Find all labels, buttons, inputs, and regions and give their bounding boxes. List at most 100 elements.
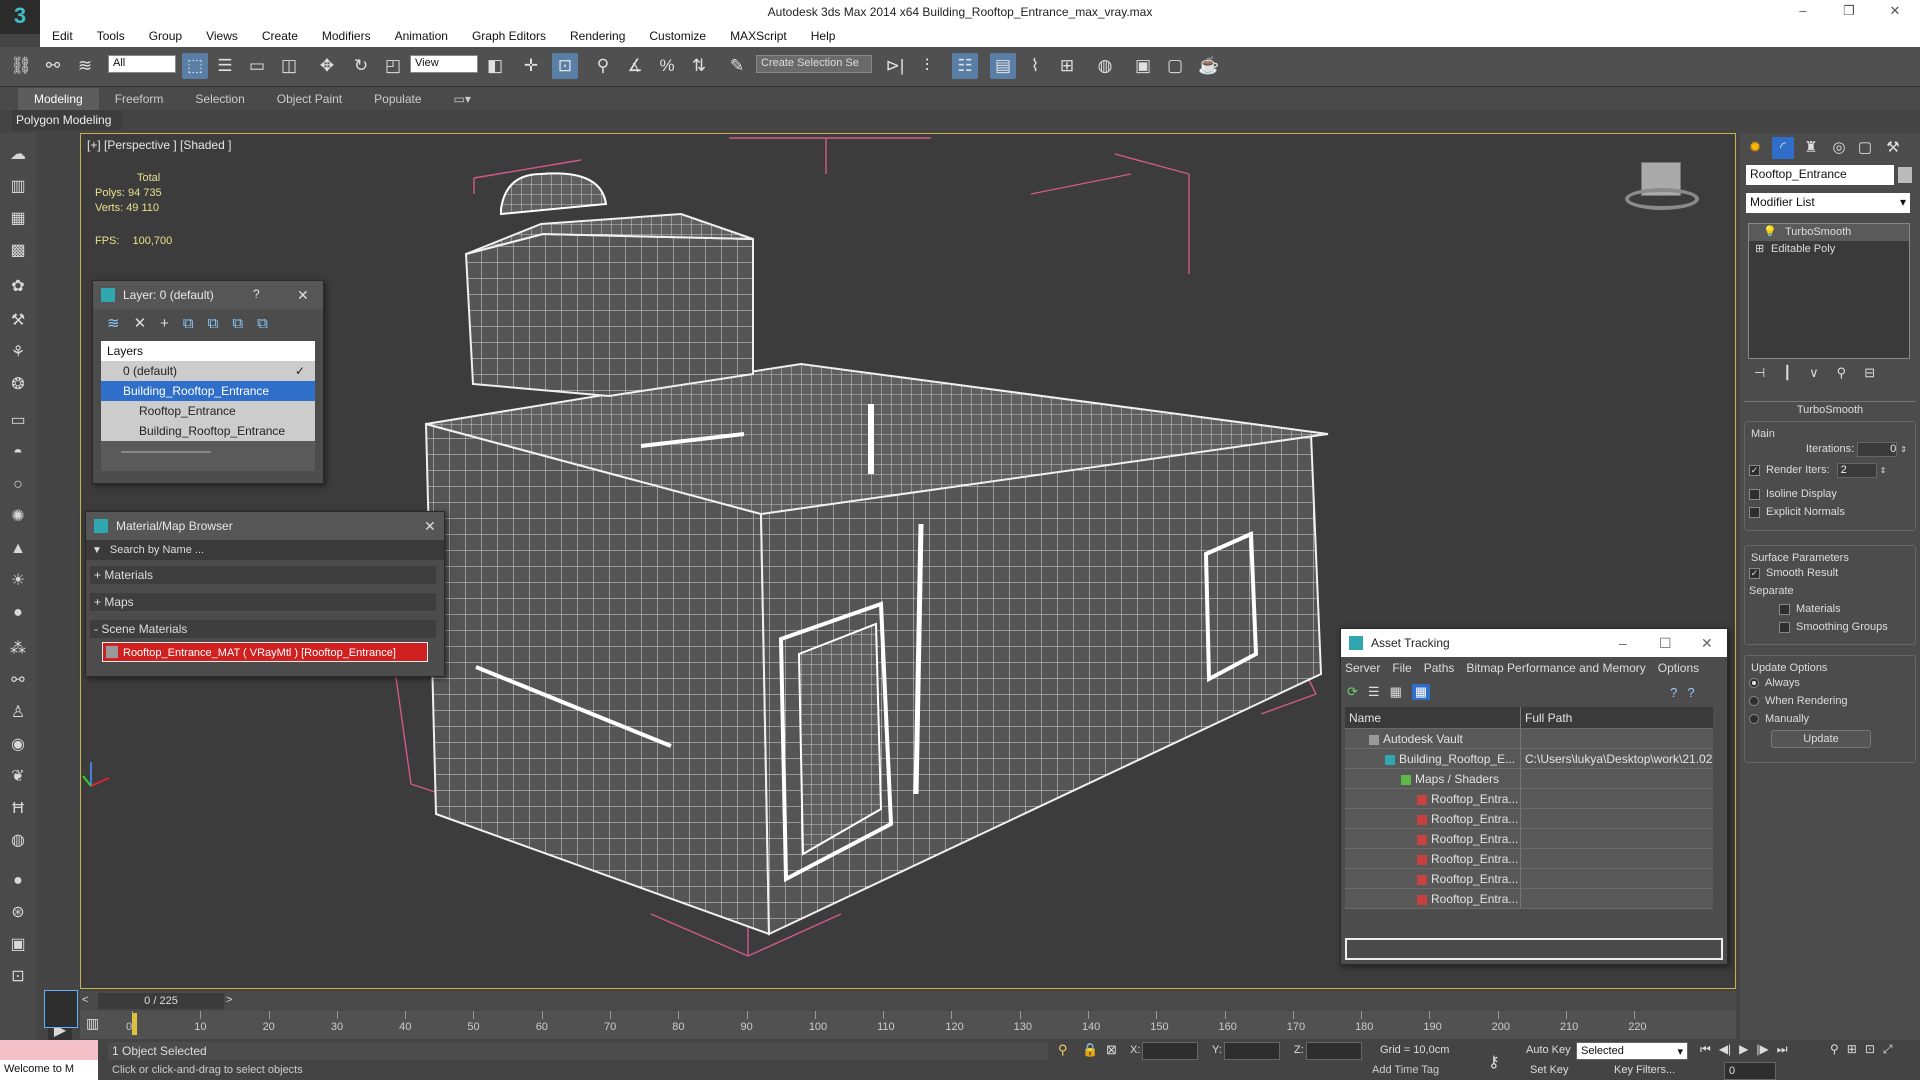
col-full-path[interactable]: Full Path <box>1521 707 1713 728</box>
current-frame-field[interactable]: 0 <box>1724 1062 1776 1080</box>
globe-icon[interactable]: ◉ <box>6 733 30 757</box>
asset-menu-server[interactable]: Server <box>1345 661 1380 675</box>
zoom-all-icon[interactable]: ⊞ <box>1847 1042 1857 1057</box>
table-row[interactable]: Rooftop_Entra... <box>1345 789 1713 809</box>
schematic-view-icon[interactable]: ⊞ <box>1054 53 1080 79</box>
edit-named-selection-icon[interactable]: ✎ <box>724 53 750 79</box>
menu-help[interactable]: Help <box>799 29 848 43</box>
utilities-tab-icon[interactable]: ⚒ <box>1882 137 1904 159</box>
snap-toggle-icon[interactable]: ⚲ <box>590 53 616 79</box>
turbosmooth-rollout-title[interactable]: TurboSmooth <box>1744 401 1916 417</box>
lightbulb-icon[interactable]: 💡 <box>1763 224 1777 241</box>
minimize-icon[interactable]: – <box>1788 3 1818 18</box>
table-view-icon[interactable]: ▦ <box>1390 684 1402 700</box>
ref-coord-dropdown[interactable]: View <box>410 55 478 73</box>
object-color-swatch[interactable] <box>1898 167 1912 183</box>
next-key-icon[interactable]: |▶ <box>1756 1042 1768 1057</box>
next-frame-icon[interactable]: > <box>226 994 232 1006</box>
freeze-layers-icon[interactable]: ⧉ <box>257 315 268 332</box>
table-row[interactable]: Building_Rooftop_E... C:\Users\lukya\Desk… <box>1345 749 1713 769</box>
hedra-icon[interactable]: ✺ <box>6 505 30 529</box>
select-manipulate-icon[interactable]: ✛ <box>518 53 544 79</box>
absolute-mode-icon[interactable]: ⊠ <box>1106 1042 1117 1058</box>
layer-object-building[interactable]: Building_Rooftop_Entrance <box>101 421 315 441</box>
tab-object-paint[interactable]: Object Paint <box>261 88 358 110</box>
selection-filter-dropdown[interactable]: All <box>108 55 176 73</box>
plant-icon[interactable]: ❦ <box>6 765 30 789</box>
rect-selection-icon[interactable]: ▭ <box>244 53 270 79</box>
search-options-icon[interactable]: ▼ <box>92 545 102 556</box>
film-icon[interactable]: ❂ <box>6 373 30 397</box>
grid-view-icon[interactable]: ▦ <box>1411 684 1431 700</box>
layer-object-rooftop[interactable]: Rooftop_Entrance <box>101 401 315 421</box>
pivot-icon[interactable]: ◧ <box>482 53 508 79</box>
modifier-list-dropdown[interactable]: Modifier List ▾ <box>1746 193 1910 213</box>
scene-material-item[interactable]: Rooftop_Entrance_MAT ( VRayMtl ) [Roofto… <box>102 642 428 662</box>
display-tab-icon[interactable]: ▢ <box>1854 137 1876 159</box>
window-crossing-icon[interactable]: ◫ <box>276 53 302 79</box>
delete-layer-icon[interactable]: ✕ <box>134 314 147 332</box>
materials-checkbox[interactable] <box>1779 603 1790 615</box>
asset-help-icon[interactable]: ? <box>1670 685 1677 700</box>
layer-manager-icon[interactable]: ☷ <box>952 53 978 79</box>
ribbon-options-icon[interactable]: ▭▾ <box>438 88 487 110</box>
tools-icon[interactable]: ⚒ <box>6 309 30 333</box>
bind-space-warp-icon[interactable]: ≋ <box>72 53 98 79</box>
hide-layers-icon[interactable]: ⧉ <box>232 315 243 332</box>
isoline-checkbox[interactable] <box>1749 488 1760 500</box>
help-icon[interactable]: ? <box>253 287 260 301</box>
object-name-field[interactable]: Rooftop_Entrance <box>1746 165 1894 185</box>
sphere-lit-icon[interactable]: ● <box>6 601 30 625</box>
isolate-icon[interactable]: ⚲ <box>1058 1042 1068 1058</box>
key-icon[interactable]: ⚷ <box>1488 1052 1500 1072</box>
track-bar[interactable]: ▥ 0 10 20 30 40 50 60 70 80 90 100 110 120 130 140 150 1… <box>80 1011 1736 1039</box>
time-slider[interactable]: < 0 / 225 > <box>80 991 1736 1011</box>
viewcube-ring[interactable] <box>1625 188 1699 210</box>
lock-icon[interactable]: 🔒 <box>1082 1042 1098 1058</box>
iterations-spin-arrows-icon[interactable]: ⇕ <box>1900 445 1907 454</box>
asset-menu-file[interactable]: File <box>1392 661 1411 675</box>
maps-section[interactable]: + Maps <box>90 593 436 611</box>
menu-animation[interactable]: Animation <box>383 29 460 43</box>
remove-modifier-icon[interactable]: ⚲ <box>1837 365 1847 381</box>
tab-modeling[interactable]: Modeling <box>18 87 99 110</box>
key-mode-dropdown[interactable]: Selected ▾ <box>1576 1042 1688 1060</box>
maxscript-text[interactable]: Welcome to M <box>0 1060 98 1080</box>
key-filters-button[interactable]: Key Filters... <box>1614 1064 1675 1076</box>
go-start-icon[interactable]: ⏮ <box>1700 1042 1711 1057</box>
menu-modifiers[interactable]: Modifiers <box>310 29 383 43</box>
biped-icon[interactable]: ♙ <box>6 701 30 725</box>
layer-building[interactable]: Building_Rooftop_Entrance <box>101 381 315 401</box>
material-editor-icon[interactable]: ◍ <box>1092 53 1118 79</box>
menu-edit[interactable]: Edit <box>40 29 85 43</box>
menu-maxscript[interactable]: MAXScript <box>718 29 799 43</box>
sphere-icon[interactable]: ○ <box>6 473 30 497</box>
viewport-config-icon[interactable]: ⊡ <box>6 965 30 989</box>
spinner-snap-icon[interactable]: ⇅ <box>686 53 712 79</box>
restore-icon[interactable]: ❐ <box>1834 3 1864 19</box>
layer-close-icon[interactable]: ✕ <box>297 287 309 304</box>
move-icon[interactable]: ✥ <box>314 53 340 79</box>
z-coord-field[interactable] <box>1306 1042 1362 1060</box>
highlight-layer-icon[interactable]: ⧉ <box>208 315 219 332</box>
viewcube[interactable] <box>1625 162 1699 212</box>
hierarchy-tab-icon[interactable]: ♜ <box>1800 137 1822 159</box>
update-button[interactable]: Update <box>1771 730 1871 748</box>
make-unique-icon[interactable]: ∨ <box>1809 365 1819 381</box>
show-end-result-icon[interactable]: ┃ <box>1783 365 1791 381</box>
menu-tools[interactable]: Tools <box>85 29 137 43</box>
smoothing-groups-checkbox[interactable] <box>1779 621 1790 633</box>
link-icon[interactable]: ⛓ <box>8 53 34 79</box>
go-end-icon[interactable]: ⏭ <box>1777 1042 1788 1057</box>
prev-frame-icon[interactable]: < <box>82 994 88 1006</box>
table-row[interactable]: Rooftop_Entra... <box>1345 809 1713 829</box>
render-iters-spinner[interactable]: 2 <box>1836 462 1877 478</box>
modify-tab-icon[interactable]: ◜ <box>1772 137 1794 159</box>
y-coord-field[interactable] <box>1224 1042 1280 1060</box>
layer-scrollbar[interactable] <box>121 451 211 459</box>
asset-menu-options[interactable]: Options <box>1658 661 1699 675</box>
select-layer-icon[interactable]: ⧉ <box>183 315 194 332</box>
rotate-icon[interactable]: ↻ <box>348 53 374 79</box>
hair-icon[interactable]: ⁂ <box>6 637 30 661</box>
node-icon[interactable]: ⊛ <box>6 901 30 925</box>
